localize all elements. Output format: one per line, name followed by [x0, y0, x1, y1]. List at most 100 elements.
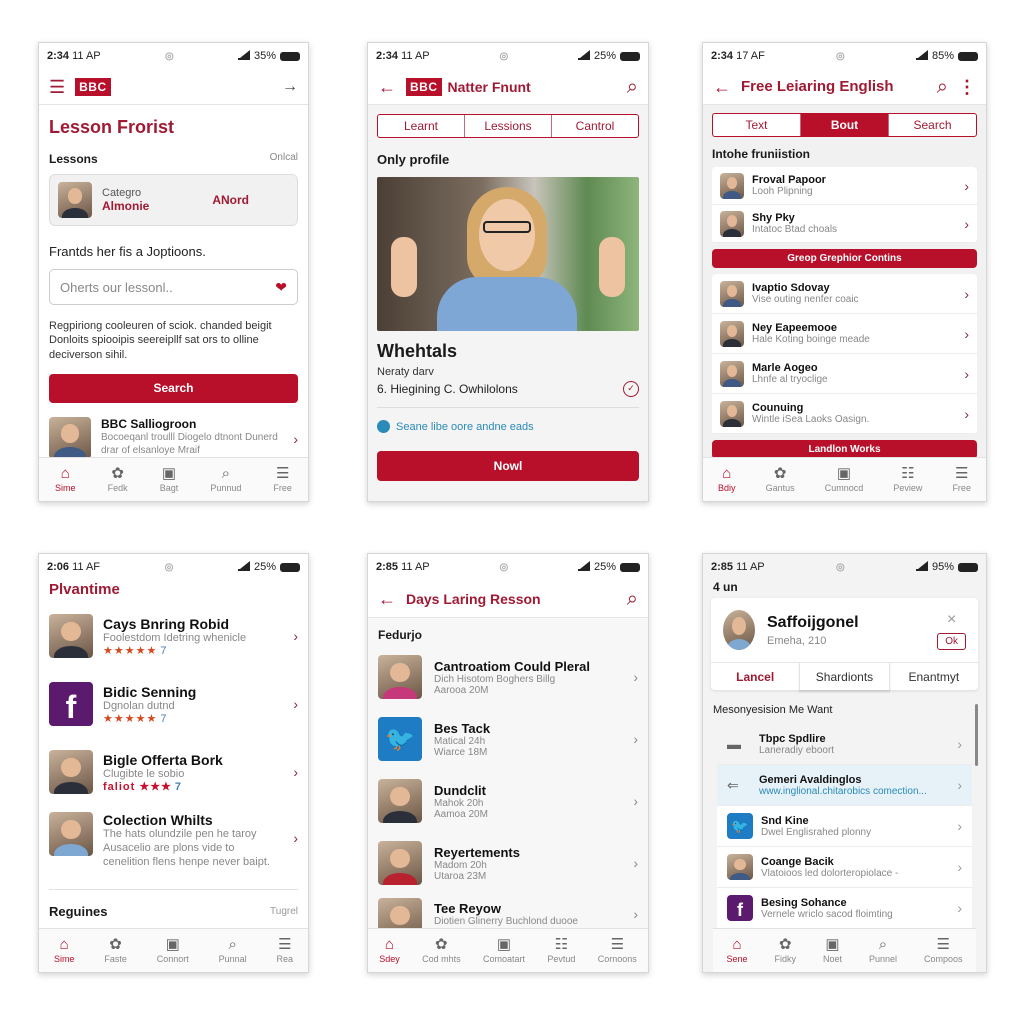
battery-percent: 85%: [931, 50, 954, 62]
nav-item-feed[interactable]: ✿ Fedk: [108, 466, 128, 493]
chevron-right-icon: ›: [964, 285, 969, 302]
nav-item-noet[interactable]: ▣ Noet: [823, 937, 842, 964]
back-arrow-icon[interactable]: ←: [378, 78, 396, 96]
chevron-right-icon: ›: [964, 365, 969, 382]
item-title: Snd Kine: [761, 814, 809, 827]
tab-cantrol[interactable]: Cantrol: [552, 115, 638, 137]
lesson-action[interactable]: ANord: [212, 193, 249, 207]
screen-natter-fnunt: 2:34 11 AP ◎ 25% ← BBC Natter Fnunt ⌕ Le…: [367, 42, 649, 502]
list-item[interactable]: Marle Aogeo Lhnfe al tryoclige ›: [712, 354, 977, 394]
tab-bout[interactable]: Bout: [801, 114, 889, 136]
stack-icon: ☷: [901, 465, 915, 482]
group-button[interactable]: Greop Grephior Contins: [712, 249, 977, 268]
app-title: Free Leiaring English: [741, 78, 894, 95]
list-item[interactable]: Coange Bacik Vlatoioos led dolorteropiola…: [717, 847, 972, 888]
nav-item-search[interactable]: ⌕ Punnel: [869, 937, 897, 964]
nav-item-fasts[interactable]: ✿ Faste: [104, 937, 127, 964]
tab-lessions[interactable]: Lessions: [465, 115, 552, 137]
info-link[interactable]: Seane libe oore andne eads: [377, 420, 639, 433]
list-item[interactable]: f Bidic Senning Dgnolan dutnd ★★★★★ 7 ›: [49, 670, 298, 738]
stars-text: ★★★★★: [103, 644, 158, 657]
alarm-icon: ◎: [164, 50, 174, 62]
nav-item-games[interactable]: ✿ Gantus: [766, 466, 795, 493]
back-arrow-icon[interactable]: ←: [713, 78, 731, 96]
nav-item-compoos[interactable]: ☰ Compoos: [924, 937, 963, 964]
list-item[interactable]: Ivaptio Sdovay Vise outing nenfer coaic ›: [712, 274, 977, 314]
featured-item[interactable]: BBC Salliogroon Bocoeqanl troulll Diogel…: [49, 416, 298, 459]
now-button[interactable]: Nowl: [377, 451, 639, 481]
search-button[interactable]: Search: [49, 373, 298, 403]
list-item[interactable]: Ney Eapeemooe Hale Koting boinge meade ›: [712, 314, 977, 354]
more-options-icon[interactable]: ⋮: [958, 78, 976, 96]
back-arrow-icon: ⇐: [727, 776, 739, 793]
nav-item-cornoons[interactable]: ☰ Cornoons: [598, 937, 637, 964]
nav-item-cod-mhts[interactable]: ✿ Cod mhts: [422, 937, 461, 964]
nav-item-bag[interactable]: ▣ Bagt: [160, 466, 179, 493]
list-item[interactable]: Cays Bnring Robid Foolestdom Idetring whe…: [49, 602, 298, 670]
list-item[interactable]: 🐦 Snd Kine Dwel Englisrahed plonny ›: [717, 806, 972, 847]
search-icon[interactable]: ⌕: [627, 77, 638, 97]
item-avatar: [720, 400, 744, 427]
nav-item-search[interactable]: ⌕ Punnud: [210, 466, 241, 493]
list-item[interactable]: Dundclit Mahok 20h Aamoa 20M ›: [378, 770, 638, 832]
page-title: Lesson Frorist: [49, 117, 175, 137]
nav-item-home[interactable]: ⌂ Sdey: [379, 937, 400, 964]
lesson-card[interactable]: Categro Almonie ANord: [49, 174, 298, 226]
section-action[interactable]: Onlcal: [270, 152, 298, 166]
lesson-dropdown[interactable]: Oherts our lessonl.. ❤: [49, 269, 298, 305]
profile-line1: Neraty darv: [377, 366, 434, 378]
battery-icon: [279, 562, 300, 572]
tab-text[interactable]: Text: [713, 114, 801, 136]
item-link[interactable]: www.inglional.chitarobics comection...: [759, 786, 949, 797]
tab-search[interactable]: Search: [889, 114, 976, 136]
list-item[interactable]: Cantroatiom Could Pleral Dich Hisotom Bog…: [378, 646, 638, 708]
menu-icon[interactable]: ☰: [49, 78, 65, 96]
list-item[interactable]: Shy Pky Intatoc Btad choals ›: [712, 205, 977, 243]
nav-item-home[interactable]: ⌂ Sime: [55, 466, 76, 493]
list-item[interactable]: Bigle Offerta Bork Clugibte le sobio falio…: [49, 738, 298, 806]
chevron-right-icon: ›: [633, 906, 638, 922]
item-title: Besing Sohance: [761, 896, 847, 909]
tab-shardionts[interactable]: Shardionts: [799, 663, 890, 690]
section-action[interactable]: Tugrel: [270, 906, 298, 917]
nav-item-home[interactable]: ⌂ Sene: [726, 937, 747, 964]
alarm-icon: ◎: [835, 561, 845, 573]
list-item[interactable]: Froval Papoor Looh Plipning ›: [712, 167, 977, 205]
close-icon[interactable]: ×: [947, 611, 956, 629]
tab-enantmyt[interactable]: Enantmyt: [890, 663, 978, 690]
nav-item-search[interactable]: ⌕ Punnal: [219, 937, 247, 964]
app-title: Days Laring Resson: [406, 590, 541, 607]
search-icon[interactable]: ⌕: [937, 77, 948, 97]
nav-item-preview[interactable]: ☷ Peview: [893, 466, 922, 493]
nav-item-connort[interactable]: ▣ Connort: [157, 937, 189, 964]
check-circle-icon[interactable]: ✓: [623, 381, 639, 397]
nav-item-comoatart[interactable]: ▣ Comoatart: [483, 937, 525, 964]
nav-item-content[interactable]: ▣ Cumnocd: [825, 466, 864, 493]
list-item[interactable]: Counuing Wintle iSea Laoks Oasign. ›: [712, 394, 977, 434]
list-item[interactable]: 🐦 Bes Tack Matical 24h Wiarce 18M ›: [378, 708, 638, 770]
bottom-nav: ⌂ Sime ✿ Faste ▣ Connort ⌕ Punnal ☰ Rea: [39, 928, 308, 972]
alarm-icon: ◎: [836, 50, 845, 62]
tab-learnt[interactable]: Learnt: [378, 115, 465, 137]
nav-item-free[interactable]: ☰ Free: [952, 466, 971, 493]
tab-lancel[interactable]: Lancel: [711, 663, 799, 690]
nav-item-home[interactable]: ⌂ Bdiy: [718, 466, 736, 493]
nav-item-rea[interactable]: ☰ Rea: [277, 937, 294, 964]
nav-item-free[interactable]: ☰ Free: [273, 466, 292, 493]
item-title: Tee Reyow: [434, 901, 501, 916]
forward-icon[interactable]: →: [282, 78, 298, 96]
back-arrow-icon[interactable]: ←: [378, 590, 396, 608]
list-item[interactable]: Reyertements Madom 20h Utaroa 23M ›: [378, 832, 638, 894]
list-item[interactable]: Colection Whilts The hats olundzile pen h…: [49, 806, 298, 890]
list-item[interactable]: f Besing Sohance Vernele wriclo sacod flo…: [717, 888, 972, 929]
list-item[interactable]: ▬ Tbpc Spdlire Laneradiy eboort ›: [717, 724, 972, 765]
status-bar: 2:34 17 AF ◎ 85%: [703, 43, 986, 69]
scrollbar[interactable]: [975, 704, 978, 766]
search-icon[interactable]: ⌕: [627, 589, 638, 609]
nav-item-fidky[interactable]: ✿ Fidky: [774, 937, 796, 964]
nav-item-pevtud[interactable]: ☷ Pevtud: [547, 937, 575, 964]
ok-button[interactable]: Ok: [937, 632, 966, 650]
rating-stars: ★★★★★ 7: [103, 644, 283, 657]
list-item[interactable]: ⇐ Gemeri Avaldinglos www.inglional.chitar…: [717, 765, 972, 806]
nav-item-home[interactable]: ⌂ Sime: [54, 937, 75, 964]
